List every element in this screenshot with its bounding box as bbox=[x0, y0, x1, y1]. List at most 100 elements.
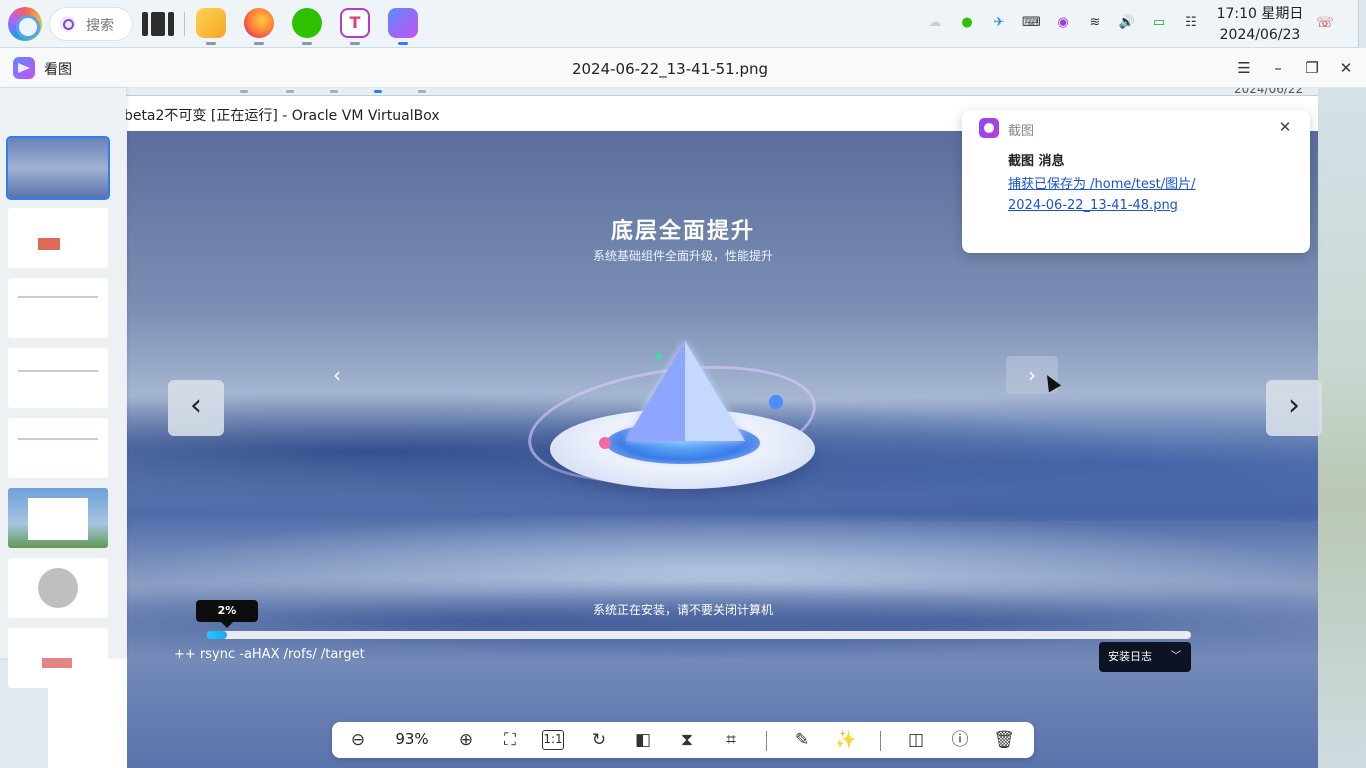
image-viewer-icon[interactable] bbox=[388, 8, 418, 38]
minimize-icon[interactable]: – bbox=[1266, 56, 1290, 80]
wechat-icon[interactable] bbox=[292, 8, 322, 38]
zoom-out-icon[interactable]: ⊖ bbox=[346, 728, 370, 752]
cloud-icon[interactable]: ☁ bbox=[926, 14, 944, 32]
notification-link-line1: 捕获已保存为 /home/test/图片/ bbox=[1008, 177, 1196, 192]
firefox-icon[interactable] bbox=[244, 8, 274, 38]
close-icon[interactable]: ✕ bbox=[1276, 118, 1294, 136]
thumbnail-content bbox=[38, 238, 60, 250]
screenshot-tray-icon[interactable]: ◉ bbox=[1054, 14, 1072, 32]
pyramid-illustration bbox=[520, 321, 825, 501]
fit-window-icon[interactable]: ⛶ bbox=[498, 728, 522, 752]
multitask-icon-bar-right bbox=[168, 12, 174, 36]
thumbnail-item[interactable] bbox=[8, 418, 108, 478]
strip-dash bbox=[330, 90, 338, 93]
wechat-tray-icon[interactable]: ● bbox=[958, 14, 976, 32]
notification-title: 截图 消息 bbox=[1008, 154, 1065, 169]
zoom-level[interactable]: 93% bbox=[386, 730, 438, 748]
keyboard-icon[interactable]: ⌨ bbox=[1022, 14, 1041, 32]
screenshot-top-strip: 2024/06/22 bbox=[48, 88, 1318, 96]
delete-icon[interactable]: 🗑 bbox=[992, 728, 1016, 752]
wifi-icon[interactable]: ≋ bbox=[1086, 14, 1104, 32]
thumbnail-content bbox=[18, 370, 98, 372]
previous-image-arrow[interactable]: ‹ bbox=[168, 380, 224, 436]
installer-prev-arrow[interactable]: ‹ bbox=[311, 356, 363, 394]
volume-icon[interactable]: 🔊 bbox=[1118, 14, 1136, 32]
crop-icon[interactable]: ⌗ bbox=[719, 728, 743, 752]
flip-vertical-icon[interactable]: ⧗ bbox=[675, 728, 699, 752]
toolbar-separator bbox=[766, 731, 767, 751]
install-status-text: 系统正在安装，请不要关闭计算机 bbox=[592, 603, 773, 617]
thumbnail-item[interactable] bbox=[8, 628, 108, 688]
app-indicator bbox=[302, 42, 312, 45]
show-desktop-button[interactable] bbox=[1358, 0, 1366, 48]
app-indicator-active bbox=[398, 42, 408, 45]
edit-icon[interactable]: ✎ bbox=[790, 728, 814, 752]
flip-horizontal-icon[interactable]: ◧ bbox=[631, 728, 655, 752]
start-menu-button[interactable] bbox=[8, 7, 42, 41]
next-image-arrow[interactable]: › bbox=[1266, 380, 1322, 436]
progress-percent-bubble: 2% bbox=[196, 600, 258, 628]
info-icon[interactable]: ⓘ bbox=[948, 728, 972, 752]
virtualbox-title: ok2.0beta2不可变 [正在运行] - Oracle VM Virtual… bbox=[85, 108, 440, 124]
original-size-icon[interactable]: 1:1 bbox=[542, 730, 564, 750]
app-indicator bbox=[206, 42, 216, 45]
search-label: 搜索 bbox=[86, 18, 114, 34]
strip-dash bbox=[286, 90, 294, 93]
notification-popup[interactable]: 截图 ✕ 截图 消息 捕获已保存为 /home/test/图片/ 2024-06… bbox=[962, 110, 1310, 253]
search-button[interactable]: 搜索 bbox=[50, 8, 132, 40]
app-name: 看图 bbox=[44, 62, 72, 78]
control-center-icon[interactable]: ☷ bbox=[1182, 14, 1200, 32]
viewer-toolbar: ⊖ 93% ⊕ ⛶ 1:1 ↻ ◧ ⧗ ⌗ ✎ ✨ ◫ ⓘ 🗑 bbox=[332, 722, 1034, 758]
search-icon bbox=[60, 16, 76, 32]
illustration-orb bbox=[769, 395, 783, 409]
image-viewer-window: 看图 2024-06-22_13-41-51.png ☰ – ❐ ✕ 2024/… bbox=[0, 48, 1366, 768]
illustration-orb bbox=[655, 353, 662, 360]
thumbnail-item-selected[interactable] bbox=[6, 136, 110, 200]
image-viewer-logo-icon bbox=[13, 57, 35, 79]
clock-time: 17:10 星期日 bbox=[1216, 6, 1304, 22]
thumbnail-item[interactable] bbox=[8, 348, 108, 408]
multitask-icon-bar-center bbox=[151, 12, 165, 36]
install-progress-bar bbox=[207, 631, 1191, 639]
clock-date: 2024/06/23 bbox=[1219, 27, 1301, 43]
avatar-thumbnail bbox=[38, 568, 78, 608]
app-indicator bbox=[254, 42, 264, 45]
app-indicator bbox=[350, 42, 360, 45]
rotate-icon[interactable]: ↻ bbox=[587, 728, 611, 752]
text-editor-icon[interactable]: T bbox=[340, 8, 370, 38]
clock[interactable]: 17:10 星期日 2024/06/23 bbox=[1212, 4, 1308, 46]
zoom-in-icon[interactable]: ⊕ bbox=[454, 728, 478, 752]
install-log-label: 安装日志 bbox=[1108, 650, 1152, 663]
thumbnail-content bbox=[18, 296, 98, 298]
install-command-text: ++ rsync -aHAX /rofs/ /target bbox=[174, 647, 365, 662]
thumbnail-panel bbox=[0, 88, 126, 688]
thumbnail-item[interactable] bbox=[8, 488, 108, 548]
menu-icon[interactable]: ☰ bbox=[1232, 56, 1256, 80]
strip-dash-active bbox=[374, 90, 382, 93]
magic-wand-icon[interactable]: ✨ bbox=[834, 728, 858, 752]
chevron-down-icon: ﹀ bbox=[1171, 651, 1181, 662]
background-wallpaper-edge bbox=[1318, 88, 1366, 768]
sidebar-toggle-icon[interactable]: ◫ bbox=[904, 728, 928, 752]
feishu-tray-icon[interactable]: ✈ bbox=[990, 14, 1008, 32]
file-name-title: 2024-06-22_13-41-51.png bbox=[571, 60, 769, 78]
notification-link-line2: 2024-06-22_13-41-48.png bbox=[1008, 198, 1178, 213]
notification-center-icon[interactable]: ☏ bbox=[1316, 14, 1334, 32]
taskbar: 搜索 T ☁ ● ✈ ⌨ ◉ ≋ 🔊 ▭ ☷ 17:10 星期日 2024/06… bbox=[0, 0, 1366, 48]
multitask-view-button[interactable] bbox=[142, 12, 174, 36]
notification-link[interactable]: 捕获已保存为 /home/test/图片/ 2024-06-22_13-41-4… bbox=[1008, 174, 1278, 216]
thumbnail-content bbox=[42, 658, 72, 668]
maximize-icon[interactable]: ❐ bbox=[1300, 56, 1324, 80]
install-log-button[interactable]: 安装日志 ﹀ bbox=[1099, 642, 1191, 672]
thumbnail-item[interactable] bbox=[8, 558, 108, 618]
battery-icon[interactable]: ▭ bbox=[1150, 14, 1168, 32]
illustration-pyramid-face bbox=[685, 341, 745, 441]
thumbnail-content bbox=[18, 438, 98, 440]
toolbar-separator bbox=[880, 731, 881, 751]
thumbnail-item[interactable] bbox=[8, 208, 108, 268]
file-manager-icon[interactable] bbox=[196, 8, 226, 38]
thumbnail-item[interactable] bbox=[8, 278, 108, 338]
illustration-orb bbox=[599, 437, 611, 449]
install-progress-fill bbox=[207, 631, 227, 639]
close-icon[interactable]: ✕ bbox=[1334, 56, 1358, 80]
